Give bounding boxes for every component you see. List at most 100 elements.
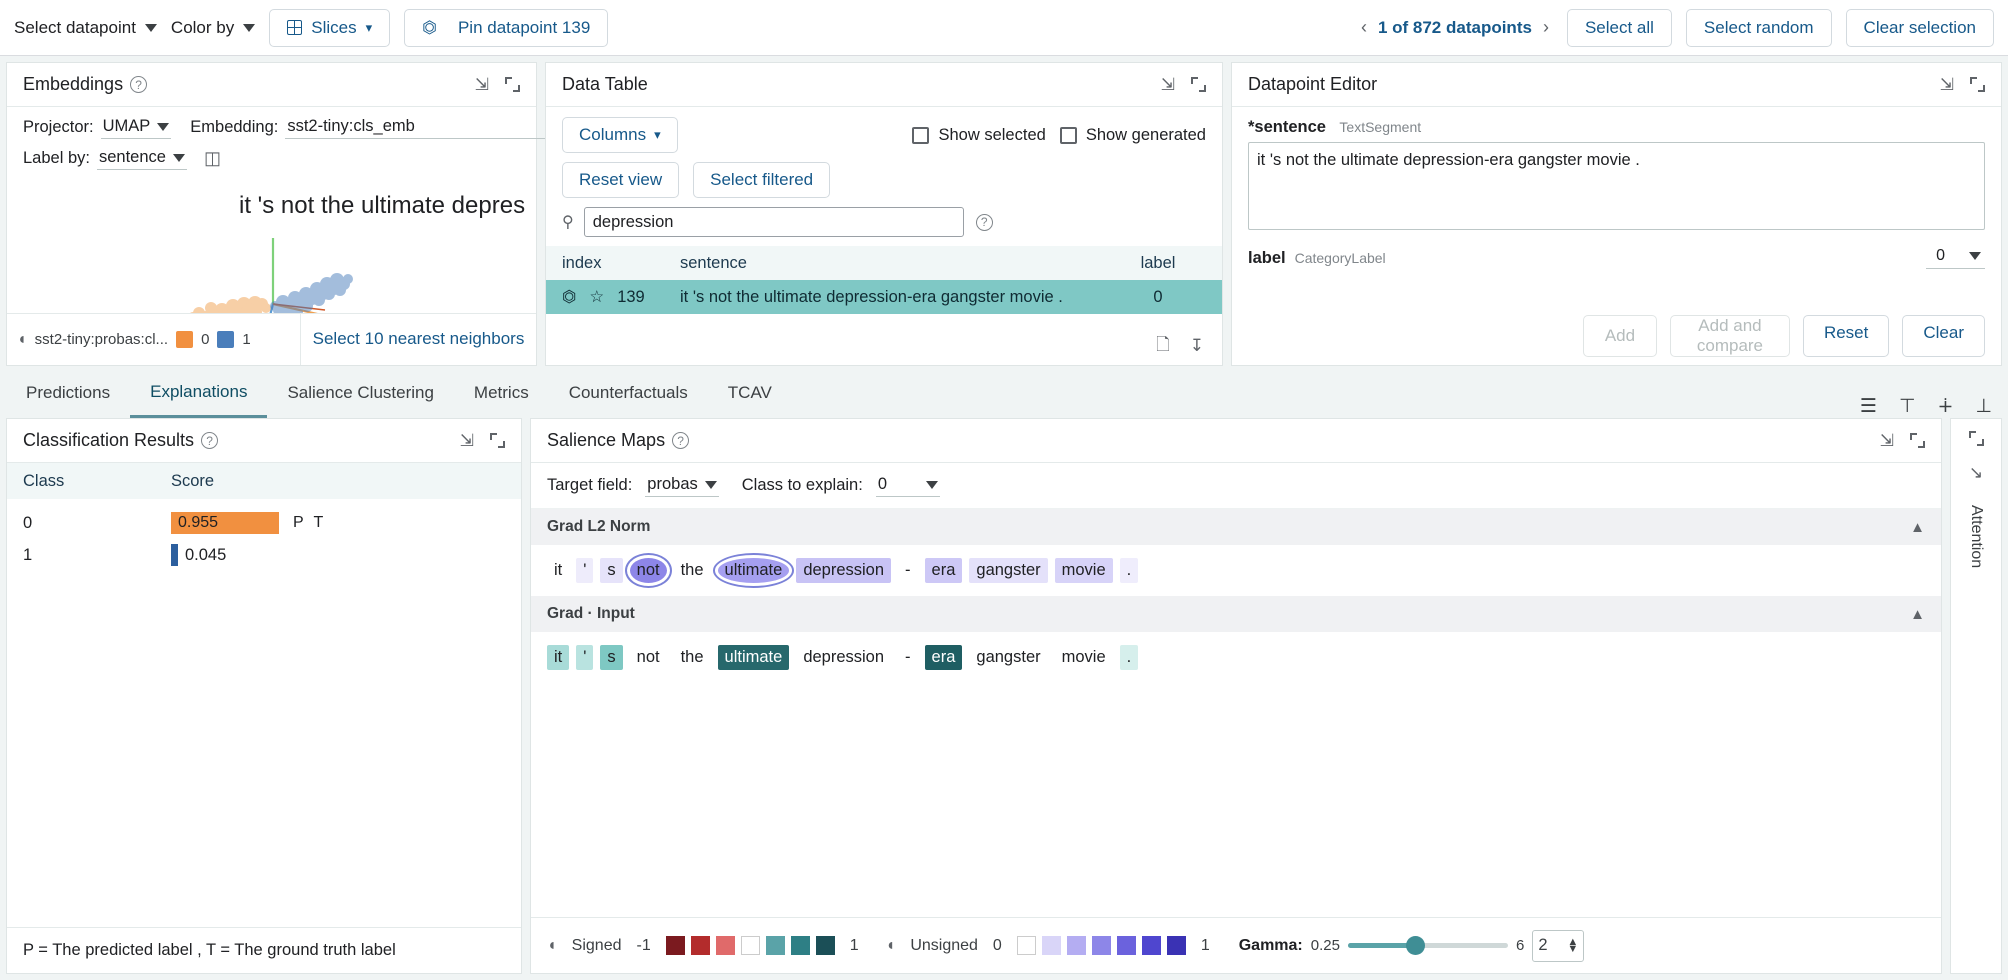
tab-predictions[interactable]: Predictions xyxy=(6,368,130,418)
select-filtered-button[interactable]: Select filtered xyxy=(693,162,830,198)
expand-icon[interactable] xyxy=(1191,77,1206,92)
gamma-spinner[interactable]: 2 ▲ ▼ xyxy=(1532,930,1584,962)
expand-icon[interactable] xyxy=(1910,433,1925,448)
token[interactable]: . xyxy=(1120,558,1139,583)
token[interactable]: ultimate xyxy=(718,645,790,670)
minimize-icon[interactable]: ⇲ xyxy=(460,432,474,449)
token[interactable]: s xyxy=(600,645,622,670)
token[interactable]: depression xyxy=(796,558,891,583)
minimize-icon[interactable]: ⇲ xyxy=(1161,76,1175,93)
show-selected-checkbox[interactable]: Show selected xyxy=(912,126,1045,145)
pager-prev-button[interactable]: ‹ xyxy=(1361,17,1367,38)
expand-icon[interactable] xyxy=(1970,77,1985,92)
label-by-select[interactable]: sentence xyxy=(97,147,187,170)
chevron-up-icon[interactable]: ▲ xyxy=(1910,519,1925,536)
select-random-button[interactable]: Select random xyxy=(1686,9,1832,47)
expand-icon[interactable] xyxy=(1969,431,1984,446)
column-header-index[interactable]: index xyxy=(562,254,680,273)
minimize-icon[interactable]: ⇲ xyxy=(475,76,489,93)
search-input[interactable] xyxy=(584,207,964,237)
minimize-icon[interactable]: ↘ xyxy=(1969,464,1983,481)
tab-explanations[interactable]: Explanations xyxy=(130,368,267,418)
columns-button[interactable]: Columns ▾ xyxy=(562,117,678,153)
reset-button[interactable]: Reset xyxy=(1803,315,1889,357)
label-select[interactable]: 0 xyxy=(1926,247,1985,269)
token[interactable]: it xyxy=(547,558,569,583)
token[interactable]: the xyxy=(674,558,711,583)
token[interactable]: era xyxy=(925,558,963,583)
token[interactable]: era xyxy=(925,645,963,670)
chevron-up-icon[interactable]: ▲ xyxy=(1910,606,1925,623)
column-header-sentence[interactable]: sentence xyxy=(680,254,1110,273)
token[interactable]: not xyxy=(630,645,667,670)
spinner-arrows[interactable]: ▲ ▼ xyxy=(1567,939,1578,953)
token[interactable]: the xyxy=(674,645,711,670)
pin-datapoint-button[interactable]: ⏣ Pin datapoint 139 xyxy=(404,9,608,47)
help-icon[interactable]: ? xyxy=(672,432,689,449)
pager-next-button[interactable]: › xyxy=(1543,17,1549,38)
clear-selection-button[interactable]: Clear selection xyxy=(1846,9,1994,47)
help-icon[interactable]: ? xyxy=(130,76,147,93)
token[interactable]: ' xyxy=(576,558,593,583)
data-table-title: Data Table xyxy=(562,74,648,95)
reset-camera-icon[interactable]: ◫ xyxy=(204,148,221,169)
token[interactable]: ' xyxy=(576,645,593,670)
attention-rail[interactable]: ↘ Attention xyxy=(1950,418,2002,974)
add-button[interactable]: Add xyxy=(1583,315,1657,357)
tab-salience-clustering[interactable]: Salience Clustering xyxy=(267,368,453,418)
token[interactable]: - xyxy=(898,558,918,583)
salience-method-header-0[interactable]: Grad L2 Norm ▲ xyxy=(531,509,1941,545)
token[interactable]: - xyxy=(898,645,918,670)
reset-view-button[interactable]: Reset view xyxy=(562,162,679,198)
select-datapoint-dropdown[interactable]: Select datapoint xyxy=(14,18,157,38)
add-and-compare-button[interactable]: Add and compare xyxy=(1670,315,1790,357)
menu-icon[interactable]: ☰ xyxy=(1860,395,1877,418)
expand-icon[interactable] xyxy=(505,77,520,92)
help-icon[interactable]: ? xyxy=(201,432,218,449)
show-generated-checkbox[interactable]: Show generated xyxy=(1060,126,1206,145)
help-icon[interactable]: ? xyxy=(976,214,993,231)
star-icon[interactable]: ☆ xyxy=(589,287,604,307)
tab-counterfactuals[interactable]: Counterfactuals xyxy=(549,368,708,418)
select-all-button[interactable]: Select all xyxy=(1567,9,1672,47)
download-icon[interactable]: ↧ xyxy=(1190,336,1204,356)
target-field-select[interactable]: probas xyxy=(645,474,718,497)
token[interactable]: gangster xyxy=(969,645,1047,670)
layout-bottom-icon[interactable]: ⊥ xyxy=(1975,395,1992,418)
token[interactable]: gangster xyxy=(969,558,1047,583)
minimize-icon[interactable]: ⇲ xyxy=(1880,432,1894,449)
column-header-label[interactable]: label xyxy=(1110,254,1206,273)
classification-results-panel: Classification Results ? ⇲ Class Score 0… xyxy=(6,418,522,974)
color-by-dropdown[interactable]: Color by xyxy=(171,18,255,38)
slices-button[interactable]: Slices ▾ xyxy=(269,9,390,47)
token[interactable]: it xyxy=(547,645,569,670)
layout-split-icon[interactable]: ∔ xyxy=(1938,395,1954,418)
class-to-explain-select[interactable]: 0 xyxy=(876,474,940,497)
embeddings-scatter-canvas[interactable]: it 's not the ultimate depres xyxy=(7,178,536,313)
token[interactable]: ultimate xyxy=(718,558,790,583)
expand-icon[interactable] xyxy=(490,433,505,448)
token[interactable]: s xyxy=(600,558,622,583)
gamma-slider-knob[interactable] xyxy=(1406,936,1425,955)
table-row[interactable]: ⏣ ☆ 139 it 's not the ultimate depressio… xyxy=(546,280,1222,314)
layout-top-icon[interactable]: ⊤ xyxy=(1899,395,1916,418)
projector-select[interactable]: UMAP xyxy=(101,116,172,139)
tab-metrics[interactable]: Metrics xyxy=(454,368,549,418)
token[interactable]: not xyxy=(630,558,667,583)
copy-icon[interactable]: 🗋 xyxy=(1156,332,1170,361)
select-nearest-neighbors-button[interactable]: Select 10 nearest neighbors xyxy=(300,314,536,365)
tab-tcav[interactable]: TCAV xyxy=(708,368,792,418)
token[interactable]: movie xyxy=(1055,558,1113,583)
embedding-select[interactable]: sst2-tiny:cls_emb xyxy=(285,116,577,139)
clear-button[interactable]: Clear xyxy=(1902,315,1985,357)
token[interactable]: . xyxy=(1120,645,1139,670)
salience-method-header-1[interactable]: Grad · Input ▲ xyxy=(531,596,1941,632)
spinner-down-icon[interactable]: ▼ xyxy=(1567,946,1578,953)
method-name-1: Grad · Input xyxy=(547,605,635,623)
gamma-slider[interactable] xyxy=(1348,943,1508,948)
token[interactable]: depression xyxy=(796,645,891,670)
pin-icon[interactable]: ⏣ xyxy=(562,287,576,307)
token[interactable]: movie xyxy=(1055,645,1113,670)
sentence-textarea[interactable]: it 's not the ultimate depression-era ga… xyxy=(1248,142,1985,230)
minimize-icon[interactable]: ⇲ xyxy=(1940,76,1954,93)
